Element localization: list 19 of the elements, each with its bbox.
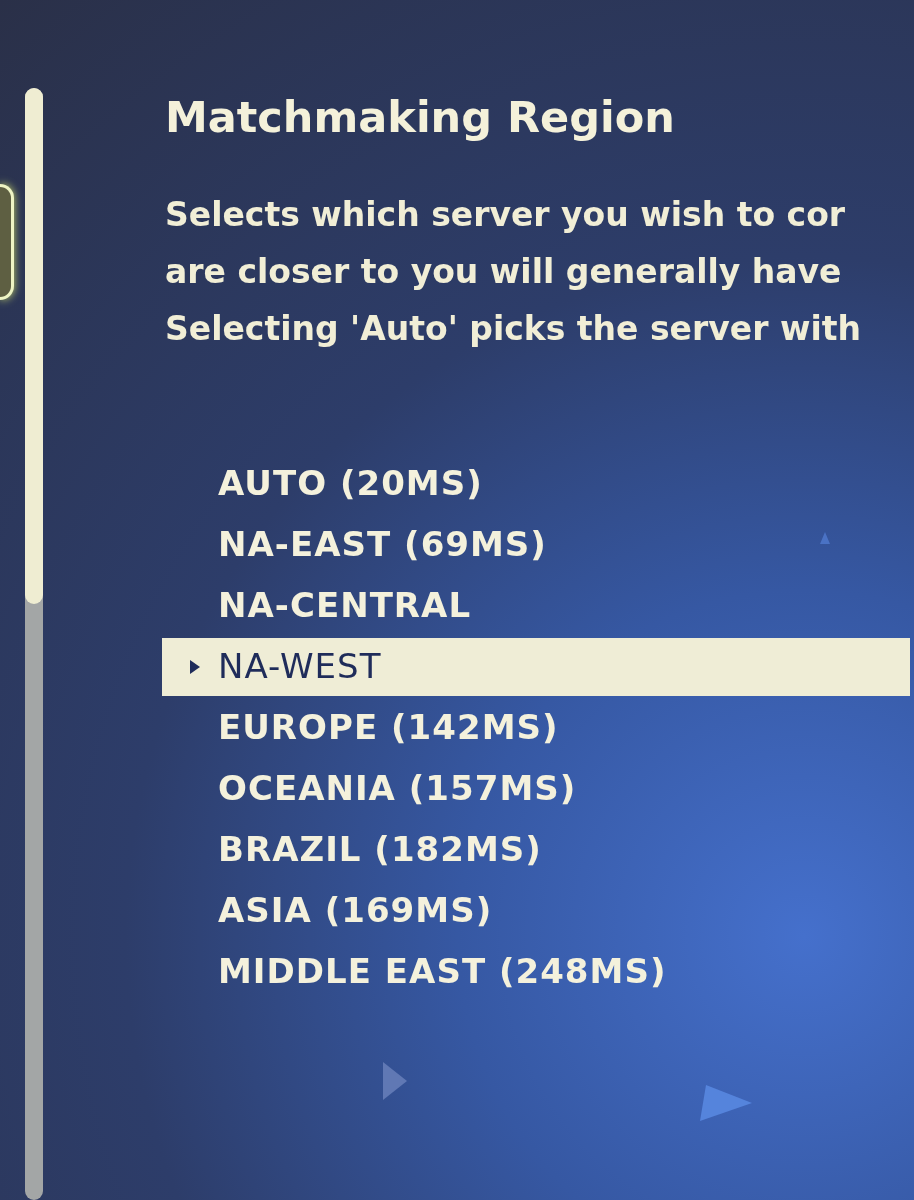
region-option[interactable]: ASIA (169MS) (218, 885, 493, 936)
region-option[interactable]: OCEANIA (157MS) (218, 763, 577, 814)
triangle-icon (700, 1085, 752, 1121)
region-option[interactable]: NA-WEST (162, 637, 910, 696)
triangle-icon (383, 1062, 407, 1100)
caret-icon (190, 659, 200, 674)
triangle-icon (820, 532, 830, 544)
description-text: are closer to you will generally have (165, 251, 842, 293)
region-option[interactable]: MIDDLE EAST (248MS) (218, 946, 667, 997)
highlighted-button-edge[interactable] (0, 184, 14, 300)
description-text: Selects which server you wish to cor (165, 194, 846, 236)
region-option[interactable]: EUROPE (142MS) (218, 702, 559, 753)
region-option[interactable]: AUTO (20MS) (218, 458, 483, 509)
scrollbar-thumb[interactable] (25, 88, 43, 604)
description-text: Selecting 'Auto' picks the server with (165, 308, 861, 350)
region-option[interactable]: NA-EAST (69MS) (218, 519, 547, 570)
region-option[interactable]: BRAZIL (182MS) (218, 824, 542, 875)
region-option[interactable]: NA-CENTRAL (218, 580, 472, 631)
section-title: Matchmaking Region (165, 91, 675, 144)
